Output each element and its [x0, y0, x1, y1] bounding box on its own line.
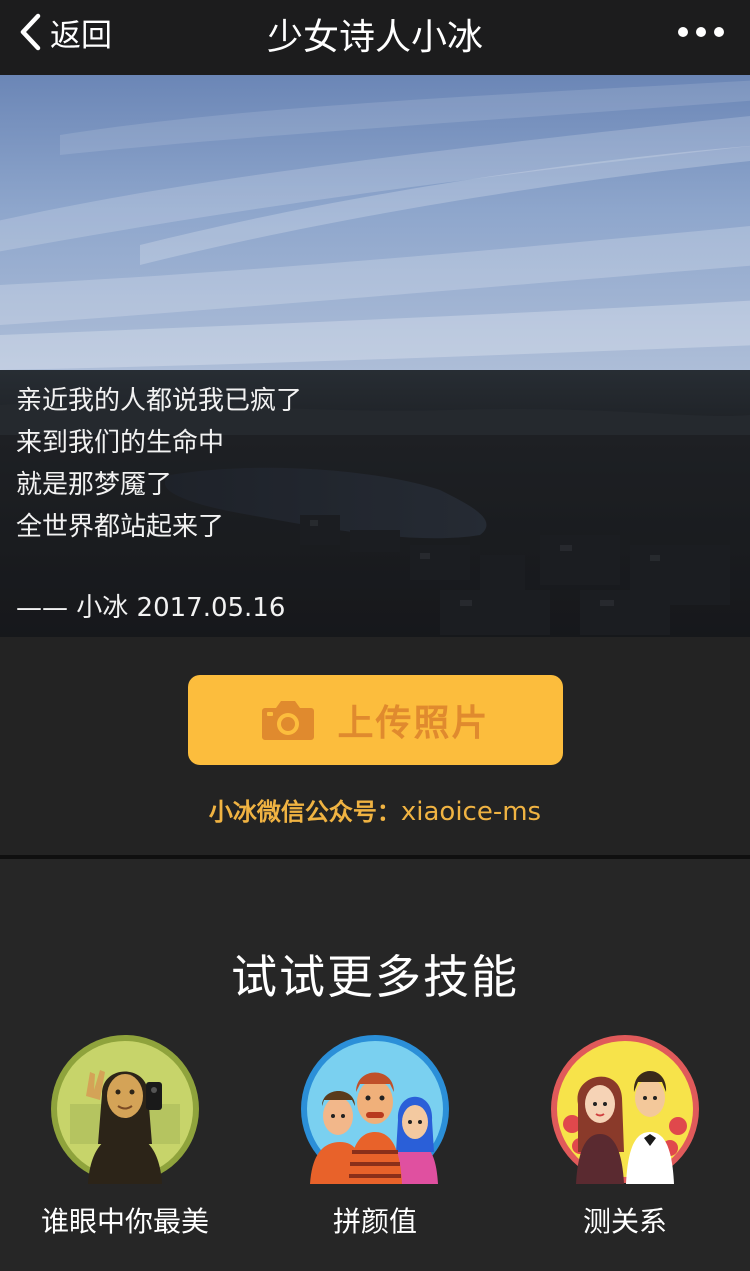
poem-line: 就是那梦魇了: [16, 470, 173, 500]
chevron-left-icon: [20, 13, 41, 51]
back-button[interactable]: 返回: [18, 12, 112, 54]
skill-test-relationship[interactable]: 测关系: [515, 1034, 735, 1240]
mona-lisa-selfie-icon: [51, 1035, 199, 1184]
poem-line: 亲近我的人都说我已疯了: [16, 386, 303, 416]
dot: [696, 27, 706, 37]
dot: [678, 27, 688, 37]
wechat-account-id: xiaoice-ms: [400, 797, 542, 827]
back-label: 返回: [50, 17, 112, 54]
wechat-account-key: 小冰微信公众号：: [208, 798, 401, 826]
upload-photo-label: 上传照片: [337, 703, 490, 744]
section-title: 试试更多技能: [231, 950, 519, 1004]
skill-who-sees-you-most-beautiful[interactable]: 谁眼中你最美: [15, 1034, 235, 1240]
poem-line: 来到我们的生命中: [16, 428, 225, 458]
couple-icon: [551, 1035, 699, 1184]
poem-line: 全世界都站起来了: [16, 512, 225, 542]
skill-compare-looks[interactable]: 拼颜值: [265, 1034, 485, 1240]
skill-label: 拼颜值: [332, 1205, 417, 1238]
dot: [714, 27, 724, 37]
skill-label: 测关系: [582, 1205, 667, 1238]
poem-signature: —— 小冰 2017.05.16: [16, 593, 286, 623]
city-skyline-photo: [0, 75, 750, 637]
more-skills-section: 试试更多技能 谁眼中你最美 拼颜值 测关系: [0, 859, 750, 1271]
poem-photo-card: 亲近我的人都说我已疯了 来到我们的生命中 就是那梦魇了 全世界都站起来了 —— …: [0, 75, 750, 637]
upload-photo-button[interactable]: 上传照片: [188, 675, 563, 765]
wechat-account-info: 小冰微信公众号：xiaoice-ms: [0, 792, 750, 827]
page-title: 少女诗人小冰: [266, 17, 483, 58]
upload-section: 上传照片 小冰微信公众号：xiaoice-ms: [0, 637, 750, 855]
camera-icon: [262, 701, 315, 740]
poem-text: 亲近我的人都说我已疯了 来到我们的生命中 就是那梦魇了 全世界都站起来了: [16, 380, 302, 548]
three-faces-icon: [301, 1035, 449, 1184]
nav-bar: 返回 少女诗人小冰: [0, 0, 750, 75]
more-dots-icon[interactable]: [678, 22, 724, 42]
skill-label: 谁眼中你最美: [40, 1205, 209, 1238]
